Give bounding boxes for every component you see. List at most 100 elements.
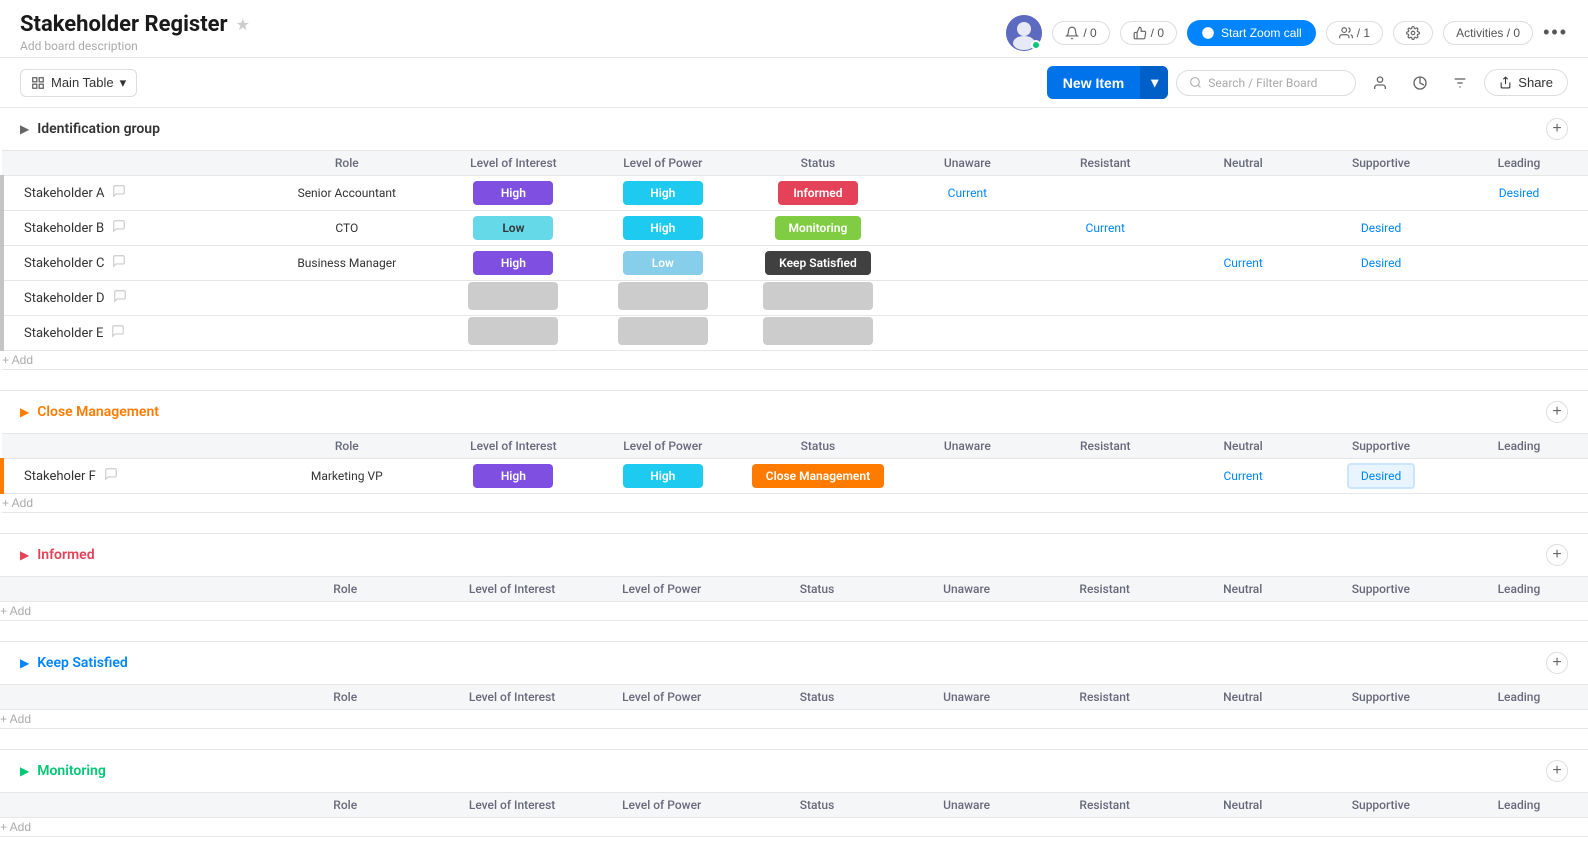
leading-link-a[interactable]: Desired	[1499, 186, 1539, 200]
table-view-btn[interactable]: Main Table ▾	[20, 69, 137, 97]
people-count: / 1	[1357, 26, 1370, 40]
col-header-supportive: Supportive	[1312, 151, 1450, 176]
name-cell-b: Stakeholder B	[2, 211, 255, 246]
new-item-label: New Item	[1047, 67, 1140, 99]
group-add-btn-informed[interactable]: +	[1546, 544, 1568, 566]
zoom-btn[interactable]: Start Zoom call	[1187, 20, 1316, 46]
status-badge-f[interactable]: Close Management	[752, 464, 884, 488]
group-toggle-identification[interactable]: ▶	[20, 122, 29, 136]
col-header-neutral-cm: Neutral	[1174, 434, 1312, 459]
group-title-identification: Identification group	[37, 121, 160, 137]
col-header-power-mon: Level of Power	[587, 793, 737, 818]
share-btn[interactable]: Share	[1484, 69, 1568, 96]
status-badge-b[interactable]: Monitoring	[775, 216, 862, 240]
color-palette-icon-btn[interactable]	[1404, 67, 1436, 99]
unaware-cell-a: Current	[898, 176, 1036, 211]
gear-btn[interactable]	[1393, 21, 1433, 45]
interest-badge-c[interactable]: High	[473, 251, 553, 275]
col-header-role: Role	[255, 151, 439, 176]
group-add-btn-identification[interactable]: +	[1546, 118, 1568, 140]
interest-badge-a[interactable]: High	[473, 181, 553, 205]
status-cell-d	[737, 281, 898, 316]
row-name-a[interactable]: Stakeholder A	[24, 186, 104, 201]
resistant-link-b[interactable]: Current	[1086, 221, 1125, 235]
row-name-f[interactable]: Stakeholer F	[24, 469, 96, 484]
power-cell-e	[588, 316, 737, 351]
group-toggle-informed[interactable]: ▶	[20, 548, 29, 562]
col-header-supportive-mon: Supportive	[1312, 793, 1450, 818]
col-header-interest-inf: Level of Interest	[437, 577, 587, 602]
row-name-c[interactable]: Stakeholder C	[24, 256, 104, 271]
neutral-cell-b	[1174, 211, 1312, 246]
group-add-btn-monitoring[interactable]: +	[1546, 760, 1568, 782]
filter-icon-btn[interactable]	[1444, 67, 1476, 99]
col-header-interest-mon: Level of Interest	[437, 793, 587, 818]
role-cell-a: Senior Accountant	[255, 176, 439, 211]
interest-badge-f[interactable]: High	[473, 464, 553, 488]
col-header-row-mon: Role Level of Interest Level of Power St…	[0, 793, 1588, 818]
add-item-btn-identification[interactable]: + Add	[2, 351, 33, 369]
unaware-link-a[interactable]: Current	[948, 186, 987, 200]
add-row-close-management: + Add	[2, 494, 1588, 513]
new-item-dropdown-arrow[interactable]: ▾	[1140, 66, 1168, 99]
group-toggle-close-management[interactable]: ▶	[20, 405, 29, 419]
status-badge-a[interactable]: Informed	[778, 181, 858, 205]
comment-icon-d[interactable]	[113, 289, 127, 307]
group-toggle-keep-satisfied[interactable]: ▶	[20, 656, 29, 670]
resistant-cell-a	[1036, 176, 1174, 211]
role-cell-b: CTO	[255, 211, 439, 246]
table-informed: Role Level of Interest Level of Power St…	[0, 576, 1588, 621]
comment-icon-b[interactable]	[112, 219, 126, 237]
row-name-e[interactable]: Stakeholder E	[24, 326, 103, 341]
col-header-leading-cm: Leading	[1450, 434, 1588, 459]
thumb-counter-btn[interactable]: / 0	[1120, 21, 1177, 45]
neutral-link-c[interactable]: Current	[1223, 256, 1262, 270]
group-keep-satisfied: ▶ Keep Satisfied + Role Level of Interes…	[0, 642, 1588, 729]
group-add-btn-keep-satisfied[interactable]: +	[1546, 652, 1568, 674]
table-row: Stakeholder E	[2, 316, 1588, 351]
comment-icon-c[interactable]	[112, 254, 126, 272]
search-box[interactable]: Search / Filter Board	[1176, 70, 1356, 96]
group-toggle-monitoring[interactable]: ▶	[20, 764, 29, 778]
board-subtitle[interactable]: Add board description	[20, 39, 250, 53]
star-icon[interactable]: ★	[236, 15, 250, 34]
interest-badge-b[interactable]: Low	[473, 216, 553, 240]
power-badge-f[interactable]: High	[623, 464, 703, 488]
group-add-btn-close-management[interactable]: +	[1546, 401, 1568, 423]
add-item-btn-cm[interactable]: + Add	[2, 494, 33, 512]
add-item-btn-mon[interactable]: + Add	[0, 818, 31, 836]
comment-icon-a[interactable]	[112, 184, 126, 202]
more-options-btn[interactable]: •••	[1543, 22, 1568, 43]
group-header-identification: ▶ Identification group +	[0, 108, 1588, 150]
supportive-desired-f[interactable]: Desired	[1347, 463, 1415, 489]
avatar-online-indicator	[1031, 40, 1041, 50]
col-header-row-identification: Role Level of Interest Level of Power St…	[2, 151, 1588, 176]
add-row-cell-ks: + Add	[0, 710, 1588, 729]
power-badge-a[interactable]: High	[623, 181, 703, 205]
row-name-b[interactable]: Stakeholder B	[24, 221, 104, 236]
comment-icon-f[interactable]	[104, 467, 118, 485]
group-header-keep-satisfied: ▶ Keep Satisfied +	[0, 642, 1588, 684]
add-item-btn-ks[interactable]: + Add	[0, 710, 31, 728]
bell-counter-btn[interactable]: / 0	[1052, 21, 1109, 45]
status-badge-c[interactable]: Keep Satisfied	[765, 251, 871, 275]
supportive-link-c[interactable]: Desired	[1361, 256, 1401, 270]
role-cell-f: Marketing VP	[255, 459, 439, 494]
comment-icon-e[interactable]	[111, 324, 125, 342]
supportive-cell-c: Desired	[1312, 246, 1450, 281]
power-badge-b[interactable]: High	[623, 216, 703, 240]
people-counter-btn[interactable]: / 1	[1326, 21, 1383, 45]
col-header-row-informed: Role Level of Interest Level of Power St…	[0, 577, 1588, 602]
new-item-btn[interactable]: New Item ▾	[1047, 66, 1169, 99]
role-cell-c: Business Manager	[255, 246, 439, 281]
row-name-d[interactable]: Stakeholder D	[24, 291, 105, 306]
add-item-btn-informed[interactable]: + Add	[0, 602, 31, 620]
resistant-cell-c	[1036, 246, 1174, 281]
supportive-link-b[interactable]: Desired	[1361, 221, 1401, 235]
activities-btn[interactable]: Activities / 0	[1443, 21, 1533, 45]
neutral-link-f[interactable]: Current	[1223, 469, 1262, 483]
col-header-name	[2, 151, 255, 176]
power-badge-c[interactable]: Low	[623, 251, 703, 275]
person-icon-btn[interactable]	[1364, 67, 1396, 99]
interest-cell-b: Low	[439, 211, 588, 246]
